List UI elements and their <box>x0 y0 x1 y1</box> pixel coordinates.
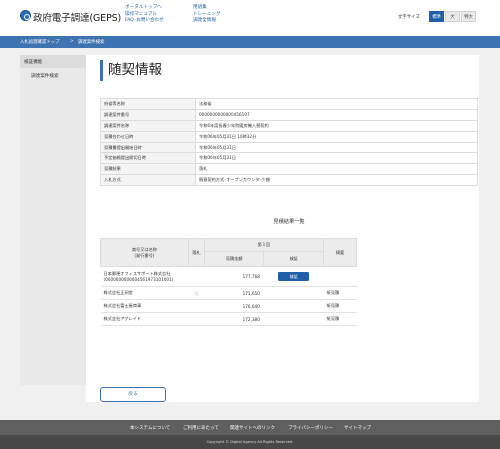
vendor-name: 株式会社アグレイド <box>103 316 141 321</box>
awarded-mark <box>188 312 205 326</box>
info-label: 予定価格提出締切日時 <box>100 152 196 165</box>
vendor-number: (0000000000004561973101001) <box>103 276 174 282</box>
site-header: 政府電子調達(GEPS) ポータルトップへ 操作マニュアル FAQ･お問い合わせ… <box>0 0 500 36</box>
info-row: 見積書提出開始日時 令和06年05月31日 <box>100 141 478 154</box>
faq-link[interactable]: FAQ･お問い合わせ <box>125 18 164 25</box>
sidebar: 検証機能 調達案件検索 <box>20 55 86 385</box>
portal-top-link[interactable]: ポータルトップへ <box>125 5 164 12</box>
result-row: 株式会社富士屋商事 176,040 紙見積 <box>100 299 357 313</box>
font-size-large-button[interactable]: 大 <box>445 11 460 22</box>
sidebar-heading: 検証機能 <box>20 55 86 68</box>
awarded-mark: ○ <box>188 286 205 300</box>
col-round-header: 第１回 <box>203 238 325 252</box>
info-value: 0000000000000456197 <box>195 108 478 121</box>
col-amount-header: 見積金額 <box>203 250 265 268</box>
info-label: 調達案件番号 <box>100 108 196 121</box>
result-row: 日本郵便オフィスサポート株式会社 (00000000000045619731010… <box>100 266 357 287</box>
info-label: 府省等名称 <box>100 98 196 110</box>
col-remarks-header: 摘要 <box>323 238 357 267</box>
font-size-label: 文字サイズ <box>398 15 420 20</box>
info-label: 見積書提出開始日時 <box>100 141 196 154</box>
result-row: 株式会社正岡堂 ○ 171,650 紙見積 <box>100 286 357 300</box>
info-label: 入札方式 <box>100 174 196 187</box>
footer-link-sitemap[interactable]: サイトマップ <box>344 425 371 431</box>
amount-cell: 176,040 <box>204 299 264 313</box>
verify-cell: 検証 <box>263 266 324 287</box>
info-row: 調達案件番号 0000000000000456197 <box>100 108 478 121</box>
vendor-name: 株式会社富士屋商事 <box>103 303 142 308</box>
info-value: 令和06年05月31日 <box>195 141 478 154</box>
info-label: 調達案件名称 <box>100 119 196 132</box>
amount-cell: 177,768 <box>204 266 264 287</box>
verify-button[interactable]: 検証 <box>278 272 310 281</box>
breadcrumb-separator: > <box>70 39 74 45</box>
info-row: 府省等名称 法務省 <box>100 98 478 110</box>
info-row: 見積合わせ日時 令和06年05月31日 10時32分 <box>100 130 478 143</box>
header-links-left: ポータルトップへ 操作マニュアル FAQ･お問い合わせ <box>125 5 164 25</box>
header-links-right: 用語集 トレーニング 調達全情報 <box>193 5 221 25</box>
app-title: 政府電子調達(GEPS) <box>33 13 122 24</box>
footer-link-privacy[interactable]: プライバシーポリシー <box>288 425 333 431</box>
footer-link-related-sites[interactable]: 関連サイトへのリンク <box>230 425 275 431</box>
breadcrumb-item-current: 調達案件検索 <box>78 40 105 46</box>
col-awarded-header: 落札 <box>187 238 205 267</box>
result-row: 株式会社アグレイド 172,380 紙見積 <box>100 312 357 326</box>
back-button[interactable]: 戻る <box>100 387 166 402</box>
info-row: 予定価格提出締切日時 令和06年05月31日 <box>100 152 478 165</box>
procurement-info-link[interactable]: 調達全情報 <box>193 18 221 25</box>
glossary-link[interactable]: 用語集 <box>193 5 221 12</box>
info-table: 府省等名称 法務省 調達案件番号 0000000000000456197 調達案件名称令… <box>100 98 478 187</box>
info-label: 見積結果 <box>100 163 196 176</box>
info-value: 令和06年05月31日 <box>195 152 478 165</box>
font-size-standard-button[interactable]: 標準 <box>429 11 444 22</box>
info-value: 落札 <box>195 163 478 176</box>
info-row: 調達案件名称 令和6年度長春少年院暖房機入替契約 <box>100 119 478 132</box>
remarks-cell: 紙見積 <box>323 286 357 300</box>
awarded-mark <box>188 299 205 313</box>
remarks-cell <box>323 266 357 287</box>
footer-link-about[interactable]: 本システムについて <box>130 425 170 431</box>
footer-links: 本システムについて ご利用にあたって 関連サイトへのリンク プライバシーポリシー… <box>0 420 500 435</box>
awarded-mark <box>188 266 205 287</box>
breadcrumb: 入札処理確認トップ > 調達案件検索 <box>0 36 500 48</box>
verify-cell <box>263 312 324 326</box>
vendor-cell: 株式会社富士屋商事 <box>100 299 189 313</box>
col-verify-header: 検証 <box>263 250 325 268</box>
verify-cell <box>263 299 324 313</box>
vendor-cell: 株式会社正岡堂 <box>100 286 189 300</box>
footer-link-usage[interactable]: ご利用にあたって <box>183 425 219 431</box>
remarks-cell: 紙見積 <box>323 312 357 326</box>
info-value: 令和06年05月31日 10時32分 <box>195 130 478 143</box>
info-label: 見積合わせ日時 <box>100 130 196 143</box>
info-value: 法務省 <box>195 98 478 110</box>
sidebar-item-procurement-search[interactable]: 調達案件検索 <box>20 73 86 83</box>
amount-cell: 172,380 <box>204 312 264 326</box>
page-title: 随契情報 <box>100 60 162 81</box>
col-vendor-header: 商号又は名称 (発行番号) <box>100 238 189 267</box>
info-row: 見積結果 落札 <box>100 163 478 176</box>
vendor-cell: 株式会社アグレイド <box>100 312 189 326</box>
info-value: 令和6年度長春少年院暖房機入替契約 <box>195 119 478 132</box>
vendor-cell: 日本郵便オフィスサポート株式会社 (00000000000045619731010… <box>100 266 189 287</box>
font-size-xlarge-button[interactable]: 特大 <box>461 11 476 22</box>
vendor-name: 株式会社正岡堂 <box>103 290 133 295</box>
copyright: Copyright © Digital Agency All Rights Re… <box>0 435 500 449</box>
verify-cell <box>263 286 324 300</box>
info-value: 随意契約方式･オープンカウンタ･少額 <box>195 174 478 187</box>
results-title: 見積結果一覧 <box>273 219 305 225</box>
breadcrumb-item-top[interactable]: 入札処理確認トップ <box>20 39 60 45</box>
info-row: 入札方式 随意契約方式･オープンカウンタ･少額 <box>100 174 478 187</box>
geps-logo-icon <box>20 10 31 21</box>
amount-cell: 171,650 <box>204 286 264 300</box>
col-vendor-label: 商号又は名称 (発行番号) <box>131 246 157 258</box>
results-table: 商号又は名称 (発行番号) 落札 第１回 摘要 見積金額 検証 日本郵便オフィス… <box>100 238 357 326</box>
remarks-cell: 紙見積 <box>323 299 357 313</box>
